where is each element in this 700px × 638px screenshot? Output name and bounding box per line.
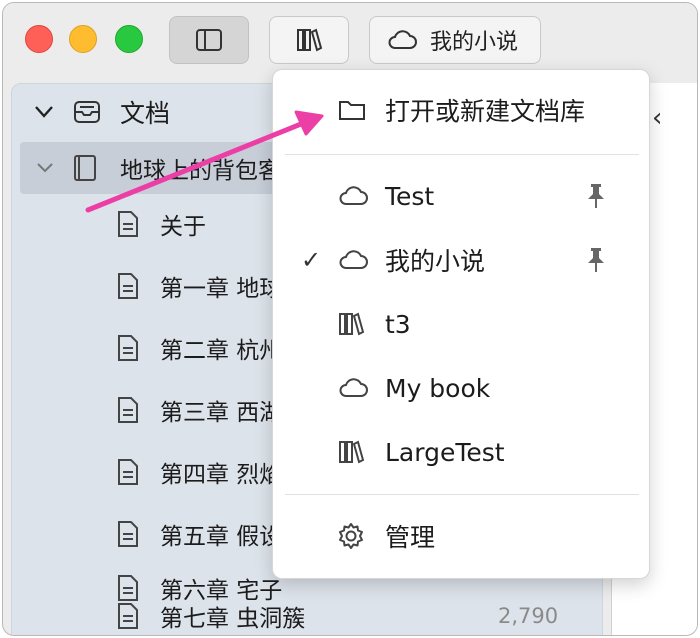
library-item-t3[interactable]: t3 [273, 294, 649, 354]
pin-icon[interactable] [585, 182, 607, 210]
sidebar-doc-item[interactable]: 第七章 虫洞簇 2,790 [12, 588, 602, 635]
sidebar-doc-label: 第二章 杭州 [160, 338, 283, 364]
current-library-label: 我的小说 [430, 30, 519, 55]
gear-icon [339, 523, 363, 549]
sidebar-doc-label: 第四章 烈焰 [160, 462, 283, 488]
cloud-icon [339, 250, 368, 269]
document-icon [118, 521, 138, 547]
sidebar-doc-label: 第三章 西湖 [160, 400, 283, 426]
document-icon [118, 335, 138, 361]
library-item-label: LargeTest [385, 437, 505, 467]
cloud-icon [339, 186, 368, 205]
library-item-label: Test [385, 181, 435, 211]
library-item-label: 我的小说 [385, 247, 486, 276]
sidebar-doc-label: 第一章 地球 [160, 276, 283, 302]
current-library-button[interactable]: 我的小说 [369, 16, 541, 64]
minimize-window-button[interactable] [69, 25, 97, 53]
library-item-my-novel[interactable]: ✓ 我的小说 [273, 230, 649, 290]
chevron-down-icon [37, 163, 53, 173]
chevron-down-icon [35, 106, 53, 118]
library-dropdown-menu: 打开或新建文档库 Test ✓ 我的小说 t3 My book LargeTes… [272, 69, 650, 579]
sidebar-doc-label: 第五章 假设 [160, 524, 283, 550]
document-icon [118, 211, 138, 237]
word-count: 2,790 [498, 604, 559, 628]
manage-label: 管理 [385, 523, 436, 552]
open-or-new-library-item[interactable]: 打开或新建文档库 [273, 80, 649, 140]
pin-icon[interactable] [585, 246, 607, 274]
sidebar-doc-label: 第七章 虫洞簇 [160, 606, 306, 632]
library-menu-button[interactable] [269, 16, 349, 64]
close-window-button[interactable] [25, 25, 53, 53]
menu-divider [285, 154, 639, 155]
cloud-icon [388, 30, 417, 49]
sidebar-icon [196, 29, 222, 51]
library-item-label: t3 [385, 309, 411, 339]
sidebar-toggle-button[interactable] [169, 16, 249, 64]
library-item-test[interactable]: Test [273, 166, 649, 226]
menu-divider [285, 494, 639, 495]
chevron-left-icon[interactable]: ‹ [652, 103, 662, 133]
sidebar-doc-label: 关于 [160, 214, 206, 240]
library-item-label: My book [385, 373, 491, 403]
sidebar-root-label: 文档 [120, 99, 171, 128]
document-icon [118, 273, 138, 299]
zoom-window-button[interactable] [115, 25, 143, 53]
document-icon [118, 459, 138, 485]
folder-icon [339, 101, 365, 120]
tray-icon [74, 101, 100, 123]
open-or-new-library-label: 打开或新建文档库 [385, 97, 586, 126]
book-icon [74, 155, 96, 181]
library-icon [339, 312, 365, 336]
document-icon [118, 603, 138, 629]
manage-item[interactable]: 管理 [273, 506, 649, 566]
library-item-my-book[interactable]: My book [273, 358, 649, 418]
cloud-icon [339, 378, 368, 397]
library-icon [339, 440, 365, 464]
app-window: 我的小说 文档 地球上的背包客 关于 第一章 地球 第二章 杭州 第三章 西湖 … [2, 2, 698, 636]
library-item-largetest[interactable]: LargeTest [273, 422, 649, 482]
library-icon [297, 28, 323, 52]
sidebar-book-label: 地球上的背包客 [120, 158, 281, 184]
sidebar-book-item[interactable]: 地球上的背包客 [20, 142, 281, 194]
document-icon [118, 397, 138, 423]
checkmark-icon: ✓ [301, 246, 322, 274]
